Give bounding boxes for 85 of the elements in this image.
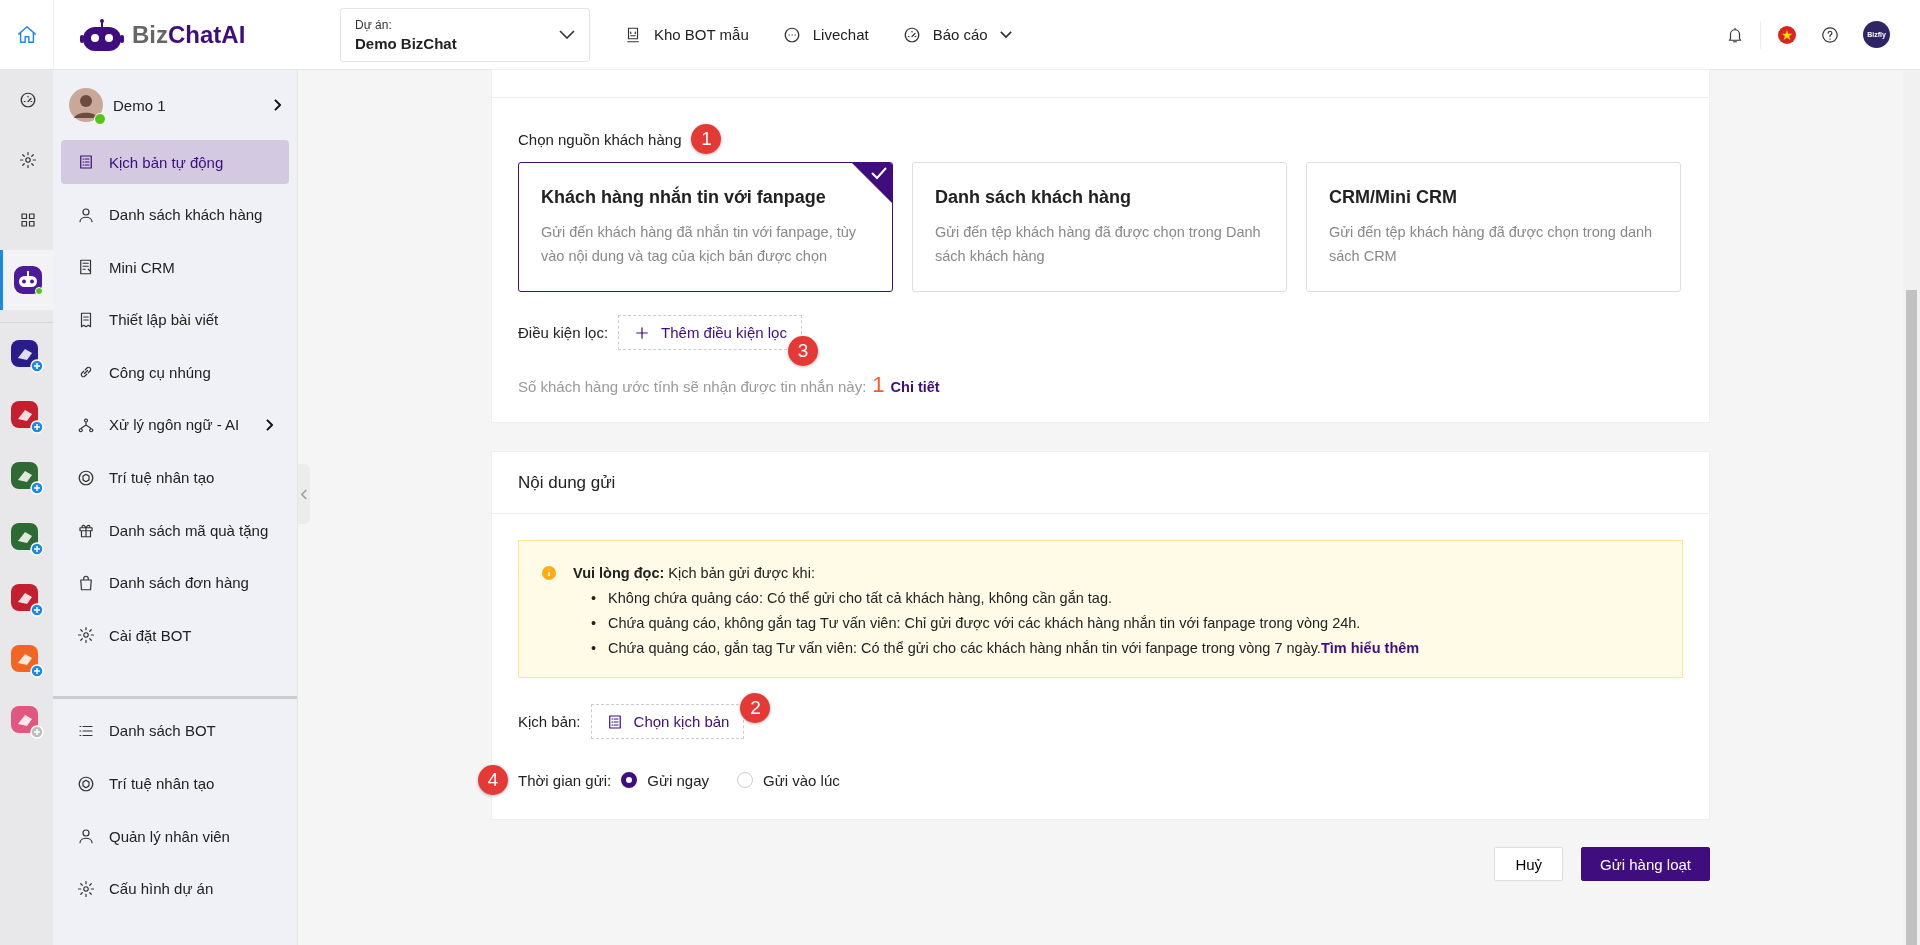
option-description: Gửi đến khách hàng đã nhắn tin với fanpage, tùy vào nội dung và tag của kịch bản được chọn (541, 223, 858, 266)
settings-icon (77, 879, 95, 898)
robot-logo-icon (80, 17, 124, 52)
radio-option[interactable]: Gửi vào lúc (737, 771, 840, 789)
option-description: Gửi đến tệp khách hàng đã được chọn trong Danh sách khách hàng (935, 223, 1262, 266)
sidebar-item[interactable]: Cấu hình dự án (61, 866, 289, 911)
collapse-handle[interactable] (298, 464, 310, 524)
bullet-marker: • (591, 589, 597, 608)
app-shortcut-icon[interactable] (9, 399, 44, 434)
notice-bullet: Chứa quảng cáo, không gắn tag Tư vấn viên: Chỉ gửi được với các khách hàng nhắn tin với fanpage trong vòng 24h. (608, 615, 1361, 631)
step-marker: 3 (787, 335, 818, 366)
step-marker: 4 (478, 765, 508, 795)
choose-script-button[interactable]: Chọn kịch bản (590, 704, 745, 739)
nav-link[interactable]: Báo cáo (902, 25, 1012, 44)
settings-icon (77, 626, 95, 645)
notification-bell-icon[interactable] (1726, 25, 1744, 44)
estimate-text: Số khách hàng ước tính sẽ nhận được tin nhắn này: (518, 378, 867, 395)
chevron-down-icon (559, 30, 575, 39)
app-shortcut-icon[interactable] (9, 338, 44, 373)
option-title: CRM/Mini CRM (1329, 187, 1458, 208)
option-title: Khách hàng nhắn tin với fanpage (541, 187, 827, 208)
sidebar-item[interactable]: Cài đặt BOT (61, 613, 289, 658)
app-shortcut-icon[interactable] (9, 521, 44, 556)
notice-bullet: Chứa quảng cáo, gắn tag Tư vấn viên: Có thể gửi cho các khách hàng nhắn tin với fanpage trong vòng 7 ngày. (608, 640, 1321, 656)
radio-option[interactable]: Gửi ngay (621, 771, 709, 789)
gauge-icon (902, 25, 921, 44)
flag-icon[interactable] (1777, 24, 1797, 45)
option-title: Danh sách khách hàng (935, 187, 1133, 208)
robot-icon (13, 265, 43, 295)
source-option[interactable]: Danh sách khách hàng Gửi đến tệp khách hàng đã được chọn trong Danh sách khách hàng (912, 162, 1287, 292)
script-label: Kịch bản: (518, 713, 581, 730)
details-link[interactable]: Chi tiết (890, 379, 940, 395)
logo-text: BizChatAI (132, 20, 246, 49)
user-icon (77, 205, 95, 224)
step-marker: 1 (691, 124, 722, 154)
gauge-icon (19, 91, 37, 109)
send-time-label: Thời gian gửi: (518, 771, 612, 789)
source-label: Chọn nguồn khách hàng (518, 130, 682, 148)
bullet-marker: • (591, 639, 597, 658)
help-icon[interactable] (1821, 25, 1839, 44)
nav-link[interactable]: Kho BOT mẫu (624, 25, 749, 44)
avatar (69, 88, 103, 122)
app-shortcut-icon[interactable] (9, 582, 44, 617)
list-document-icon (77, 153, 95, 171)
sidebar-item[interactable]: Mini CRM (61, 245, 289, 290)
sidebar-item[interactable]: Quản lý nhân viên (61, 814, 289, 859)
cancel-button[interactable]: Huỷ (1494, 847, 1564, 881)
submit-button[interactable]: Gửi hàng loạt (1581, 847, 1710, 881)
robot-screen-icon (624, 25, 642, 44)
user-profile[interactable]: Demo 1 (53, 70, 297, 140)
source-option[interactable]: CRM/Mini CRM Gửi đến tệp khách hàng đã được chọn trong danh sách CRM (1306, 162, 1681, 292)
shopping-bag-icon (77, 573, 95, 592)
notice-text: Vui lòng đọc: Kịch bản gửi được khi: (573, 565, 815, 581)
chat-bubble-icon (782, 25, 801, 44)
estimate-count: 1 (872, 372, 885, 398)
sidebar-item[interactable]: Xử lý ngôn ngữ - AI (61, 402, 289, 447)
filter-label: Điều kiện lọc: (518, 324, 609, 341)
learn-more-link[interactable]: Tìm hiểu thêm (1320, 640, 1420, 656)
home-icon[interactable] (15, 23, 38, 46)
grid-icon (19, 211, 37, 229)
sidebar-item[interactable]: Trí tuệ nhân tạo (61, 761, 289, 806)
source-option[interactable]: Khách hàng nhắn tin với fanpage Gửi đến khách hàng đã nhắn tin với fanpage, tùy vào nội dung và tag của kịch bản được chọn (518, 162, 893, 292)
sidebar-item[interactable]: Kịch bản tự động (61, 140, 289, 184)
sidebar-item[interactable]: Danh sách BOT (61, 708, 289, 753)
app-shortcut-icon[interactable] (9, 460, 44, 495)
sidebar-item[interactable]: Danh sách đơn hàng (61, 560, 289, 605)
sidebar-item[interactable]: Danh sách khách hàng (61, 192, 289, 237)
card-title: Nội dung gửi (518, 472, 616, 493)
sidebar-item[interactable]: Công cụ nhúng (61, 350, 289, 395)
settings-icon (19, 151, 37, 169)
info-icon (541, 565, 557, 581)
chevron-right-icon (274, 99, 281, 111)
nav-link[interactable]: Livechat (782, 25, 869, 44)
sidebar-item[interactable]: Thiết lập bài viết (61, 297, 289, 342)
project-select[interactable]: Dự án: Demo BizChat (340, 7, 590, 62)
option-description: Gửi đến tệp khách hàng đã được chọn trong danh sách CRM (1329, 223, 1654, 266)
check-corner-icon (852, 163, 892, 203)
notice-bullet: Không chứa quảng cáo: Có thể gửi cho tất cả khách hàng, không cần gắn tag. (608, 590, 1112, 606)
sidebar-item[interactable]: Danh sách mã quà tặng (61, 508, 289, 553)
nodes-icon (77, 415, 95, 434)
user-icon (77, 827, 95, 846)
step-marker: 2 (740, 692, 771, 723)
sidebar-item[interactable]: Trí tuệ nhân tạo (61, 455, 289, 500)
bullet-marker: • (591, 614, 597, 633)
scrollbar[interactable] (1903, 70, 1920, 945)
